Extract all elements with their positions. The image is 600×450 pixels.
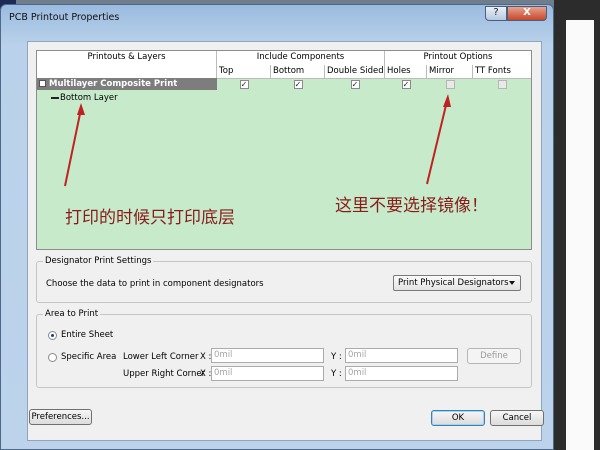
help-button[interactable]: ? [485,6,507,21]
window-title: PCB Printout Properties [9,12,120,23]
chevron-down-icon [509,281,515,285]
designator-selected: Print Physical Designators [398,278,509,288]
right-arrow-head [443,94,451,107]
area-group-title: Area to Print [43,309,101,320]
lower-left-label: Lower Left Corner [123,352,199,362]
upper-right-x-input[interactable]: 0mil [211,366,324,381]
annotation-right: 这里不要选择镜像！ [335,196,488,216]
designator-prompt: Choose the data to print in component de… [46,279,264,289]
cancel-button[interactable]: Cancel [490,410,544,426]
window-buttons: ? X [485,6,547,21]
lower-left-x-input[interactable]: 0mil [211,348,324,363]
background-editor-right [554,0,600,450]
right-arrow-line [426,100,448,185]
upper-right-y-label: Y : [331,369,342,379]
area-to-print-group: Area to Print Entire Sheet Specific Area… [36,309,532,388]
define-button[interactable]: Define [467,348,521,364]
editor-panel [566,20,594,450]
printouts-grid[interactable]: Printouts & Layers Include Components Pr… [36,50,532,250]
upper-right-x-label: X : [200,369,212,379]
lower-left-x-label: X : [200,352,212,362]
annotation-left: 打印的时候只打印底层 [65,208,235,228]
entire-sheet-radio[interactable] [48,331,57,340]
dialog-window: PCB Printout Properties ? X Printouts & … [0,4,554,450]
specific-area-label[interactable]: Specific Area [61,351,116,363]
designator-settings-group: Designator Print Settings Choose the dat… [36,256,532,303]
designator-group-title: Designator Print Settings [43,256,154,267]
dialog-client: Printouts & Layers Include Components Pr… [27,41,544,441]
lower-left-y-label: Y : [331,352,342,362]
upper-right-y-input[interactable]: 0mil [345,366,458,381]
specific-area-radio[interactable] [48,353,57,362]
designator-select[interactable]: Print Physical Designators [393,275,521,291]
ok-button[interactable]: OK [431,410,485,426]
upper-right-label: Upper Right Corner [123,369,206,379]
close-button[interactable]: X [507,6,547,21]
lower-left-y-input[interactable]: 0mil [345,348,458,363]
left-arrow-line [64,108,82,187]
left-arrow-head [77,103,85,115]
entire-sheet-label[interactable]: Entire Sheet [61,329,113,341]
preferences-button[interactable]: Preferences... [29,409,92,425]
